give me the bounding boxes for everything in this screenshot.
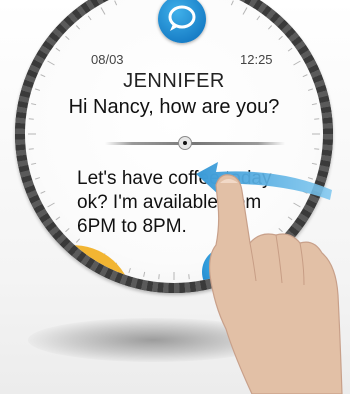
- slider-thumb[interactable]: [178, 136, 192, 150]
- hand-pointer: [209, 174, 343, 394]
- tick-mark: [34, 177, 41, 180]
- tick-mark: [31, 162, 37, 165]
- tick-mark: [40, 190, 46, 194]
- tick-mark: [47, 202, 55, 208]
- tick-mark: [47, 60, 55, 66]
- tick-mark: [65, 227, 70, 233]
- slider-track: [105, 142, 285, 145]
- message-date: 08/03: [91, 52, 124, 67]
- tick-mark: [256, 15, 261, 21]
- message-greeting: Hi Nancy, how are you?: [68, 96, 280, 118]
- message-app-button[interactable]: [158, 0, 206, 43]
- tick-mark: [75, 238, 81, 243]
- smartwatch-scene: 08/03 12:25 JENNIFER Hi Nancy, how are y…: [0, 0, 350, 394]
- tick-mark: [278, 35, 283, 41]
- tick-mark: [230, 0, 234, 6]
- tick-mark: [55, 47, 61, 52]
- message-time: 12:25: [240, 52, 273, 67]
- pencil-icon: [73, 258, 86, 274]
- tick-mark: [314, 148, 320, 150]
- tick-mark: [65, 35, 70, 41]
- message-divider-slider[interactable]: [105, 136, 285, 150]
- tick-mark: [143, 271, 146, 277]
- tick-mark: [100, 7, 106, 15]
- tick-mark: [114, 0, 118, 6]
- tick-mark: [128, 267, 131, 274]
- tick-mark: [87, 15, 92, 21]
- chat-bubble-icon: [168, 5, 196, 31]
- tick-mark: [267, 25, 273, 30]
- tick-mark: [55, 216, 61, 221]
- tick-mark: [287, 47, 293, 52]
- tick-mark: [28, 148, 34, 150]
- sender-name: JENNIFER: [123, 70, 225, 92]
- tick-mark: [242, 7, 248, 15]
- tick-mark: [75, 25, 81, 30]
- tick-mark: [293, 60, 301, 66]
- tick-mark: [158, 274, 160, 280]
